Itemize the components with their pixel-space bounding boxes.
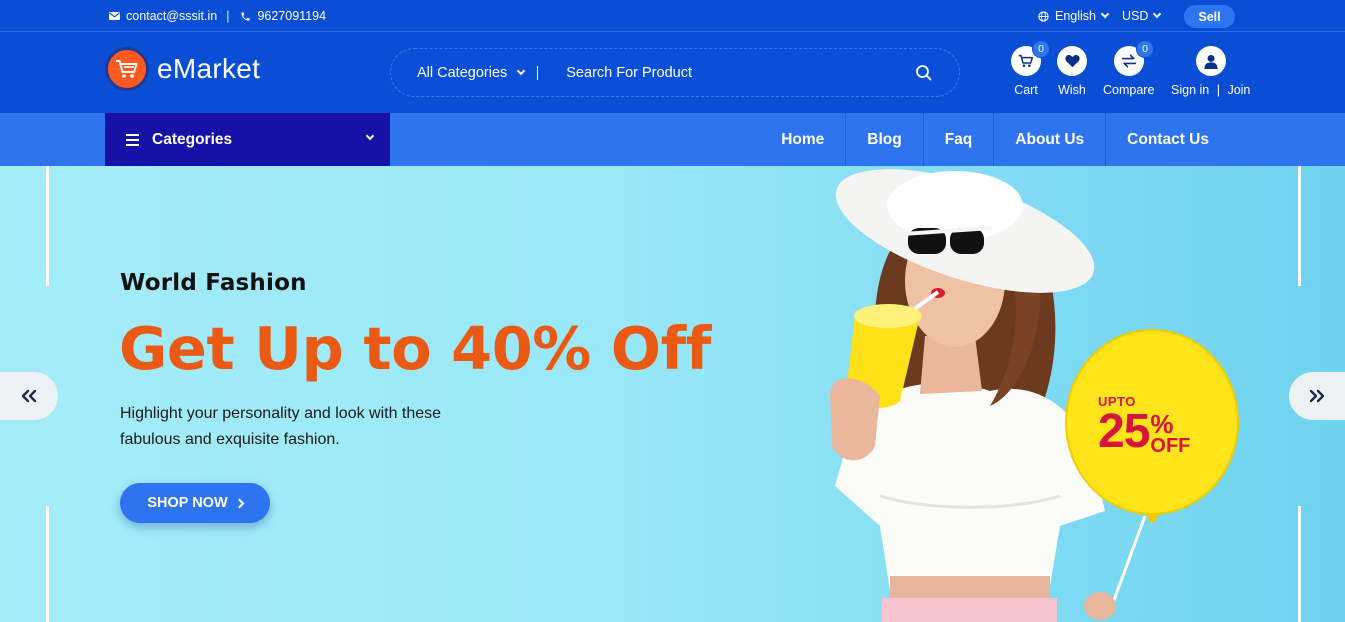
brand-name: eMarket [157, 53, 261, 84]
contact-email[interactable]: contact@sssit.in [126, 9, 217, 23]
hero-subtitle: World Fashion [120, 270, 307, 296]
nav-faq[interactable]: Faq [922, 113, 994, 166]
shop-now-label: SHOP NOW [147, 495, 228, 511]
cart-logo-icon [105, 47, 149, 91]
search-input[interactable] [566, 64, 887, 81]
search-bar: All Categories [390, 48, 960, 97]
sign-in-link[interactable]: Sign in [1171, 83, 1209, 97]
chevron-right-icon [234, 498, 245, 508]
hero-banner: UPTO 25 % OFF World Fashion Get Up to 40… [0, 166, 1345, 622]
categories-dropdown[interactable]: Categories [105, 113, 390, 166]
discount-balloon: UPTO 25 % OFF [1098, 394, 1190, 456]
globe-icon [1036, 10, 1050, 22]
wish-button[interactable]: Wish [1057, 46, 1087, 97]
compare-count-badge: 0 [1136, 40, 1154, 58]
hero-model-image [830, 169, 1239, 622]
brand-logo[interactable]: eMarket [105, 47, 260, 91]
contact-phone[interactable]: 9627091194 [257, 9, 326, 23]
slider-next-button[interactable] [1289, 372, 1345, 420]
header: eMarket All Categories 0 Cart Wish 0 Com… [0, 32, 1345, 113]
nav-blog[interactable]: Blog [845, 113, 922, 166]
compare-label: Compare [1103, 83, 1155, 97]
top-bar: contact@sssit.in | 9627091194 English US… [0, 0, 1345, 32]
frame-line [46, 506, 49, 622]
category-select[interactable]: All Categories [417, 64, 526, 81]
double-chevron-right-icon [1309, 389, 1325, 403]
language-select[interactable]: English [1036, 9, 1110, 23]
balloon-percent-sign: % [1150, 408, 1174, 439]
main-nav: Categories Home Blog Faq About Us Contac… [0, 113, 1345, 166]
nav-about-us[interactable]: About Us [993, 113, 1105, 166]
language-label: English [1055, 9, 1096, 23]
mail-icon [107, 12, 121, 20]
divider [537, 65, 539, 80]
separator: | [1216, 83, 1220, 97]
chevron-down-icon [1153, 9, 1162, 19]
cart-button[interactable]: 0 Cart [1011, 40, 1050, 97]
sell-button[interactable]: Sell [1184, 5, 1235, 28]
nav-contact-us[interactable]: Contact Us [1105, 113, 1230, 166]
shop-now-button[interactable]: SHOP NOW [120, 483, 270, 523]
balloon-offer: 25 % OFF [1098, 405, 1191, 458]
heart-icon [1057, 46, 1087, 76]
hero-headline: Get Up to 40% Off [119, 314, 711, 383]
cart-label: Cart [1014, 83, 1038, 97]
balloon-suffix: % OFF [1150, 408, 1191, 457]
nav-home[interactable]: Home [760, 113, 845, 166]
chevron-down-icon [1100, 9, 1110, 19]
currency-label: USD [1122, 9, 1149, 23]
wish-label: Wish [1058, 83, 1086, 97]
chevron-down-icon [517, 66, 526, 75]
cart-count-badge: 0 [1032, 40, 1050, 58]
separator: | [226, 9, 230, 23]
locale-selectors: English USD [1036, 0, 1174, 32]
contact-info: contact@sssit.in | 9627091194 [107, 0, 326, 32]
compare-button[interactable]: 0 Compare [1103, 40, 1155, 97]
balloon-percent: 25 [1098, 405, 1150, 458]
hero-description: Highlight your personality and look with… [120, 401, 520, 453]
nav-menu: Home Blog Faq About Us Contact Us [760, 113, 1230, 166]
currency-select[interactable]: USD [1122, 9, 1162, 23]
chevron-down-icon [365, 131, 375, 141]
category-label: All Categories [417, 64, 508, 81]
phone-icon [238, 11, 252, 22]
slider-prev-button[interactable] [0, 372, 58, 420]
frame-line [46, 166, 49, 286]
categories-label: Categories [152, 130, 233, 148]
search-icon[interactable] [915, 64, 933, 82]
account-button[interactable]: Sign in | Join [1171, 46, 1250, 97]
user-icon [1195, 46, 1226, 76]
balloon-off: OFF [1150, 435, 1191, 457]
hero-description-line: fabulous and exquisite fashion. [120, 431, 340, 448]
signin-join-links: Sign in | Join [1171, 83, 1250, 97]
menu-icon [126, 131, 139, 149]
hero-description-line: Highlight your personality and look with… [120, 405, 442, 422]
double-chevron-left-icon [21, 389, 37, 403]
join-link[interactable]: Join [1227, 83, 1250, 97]
